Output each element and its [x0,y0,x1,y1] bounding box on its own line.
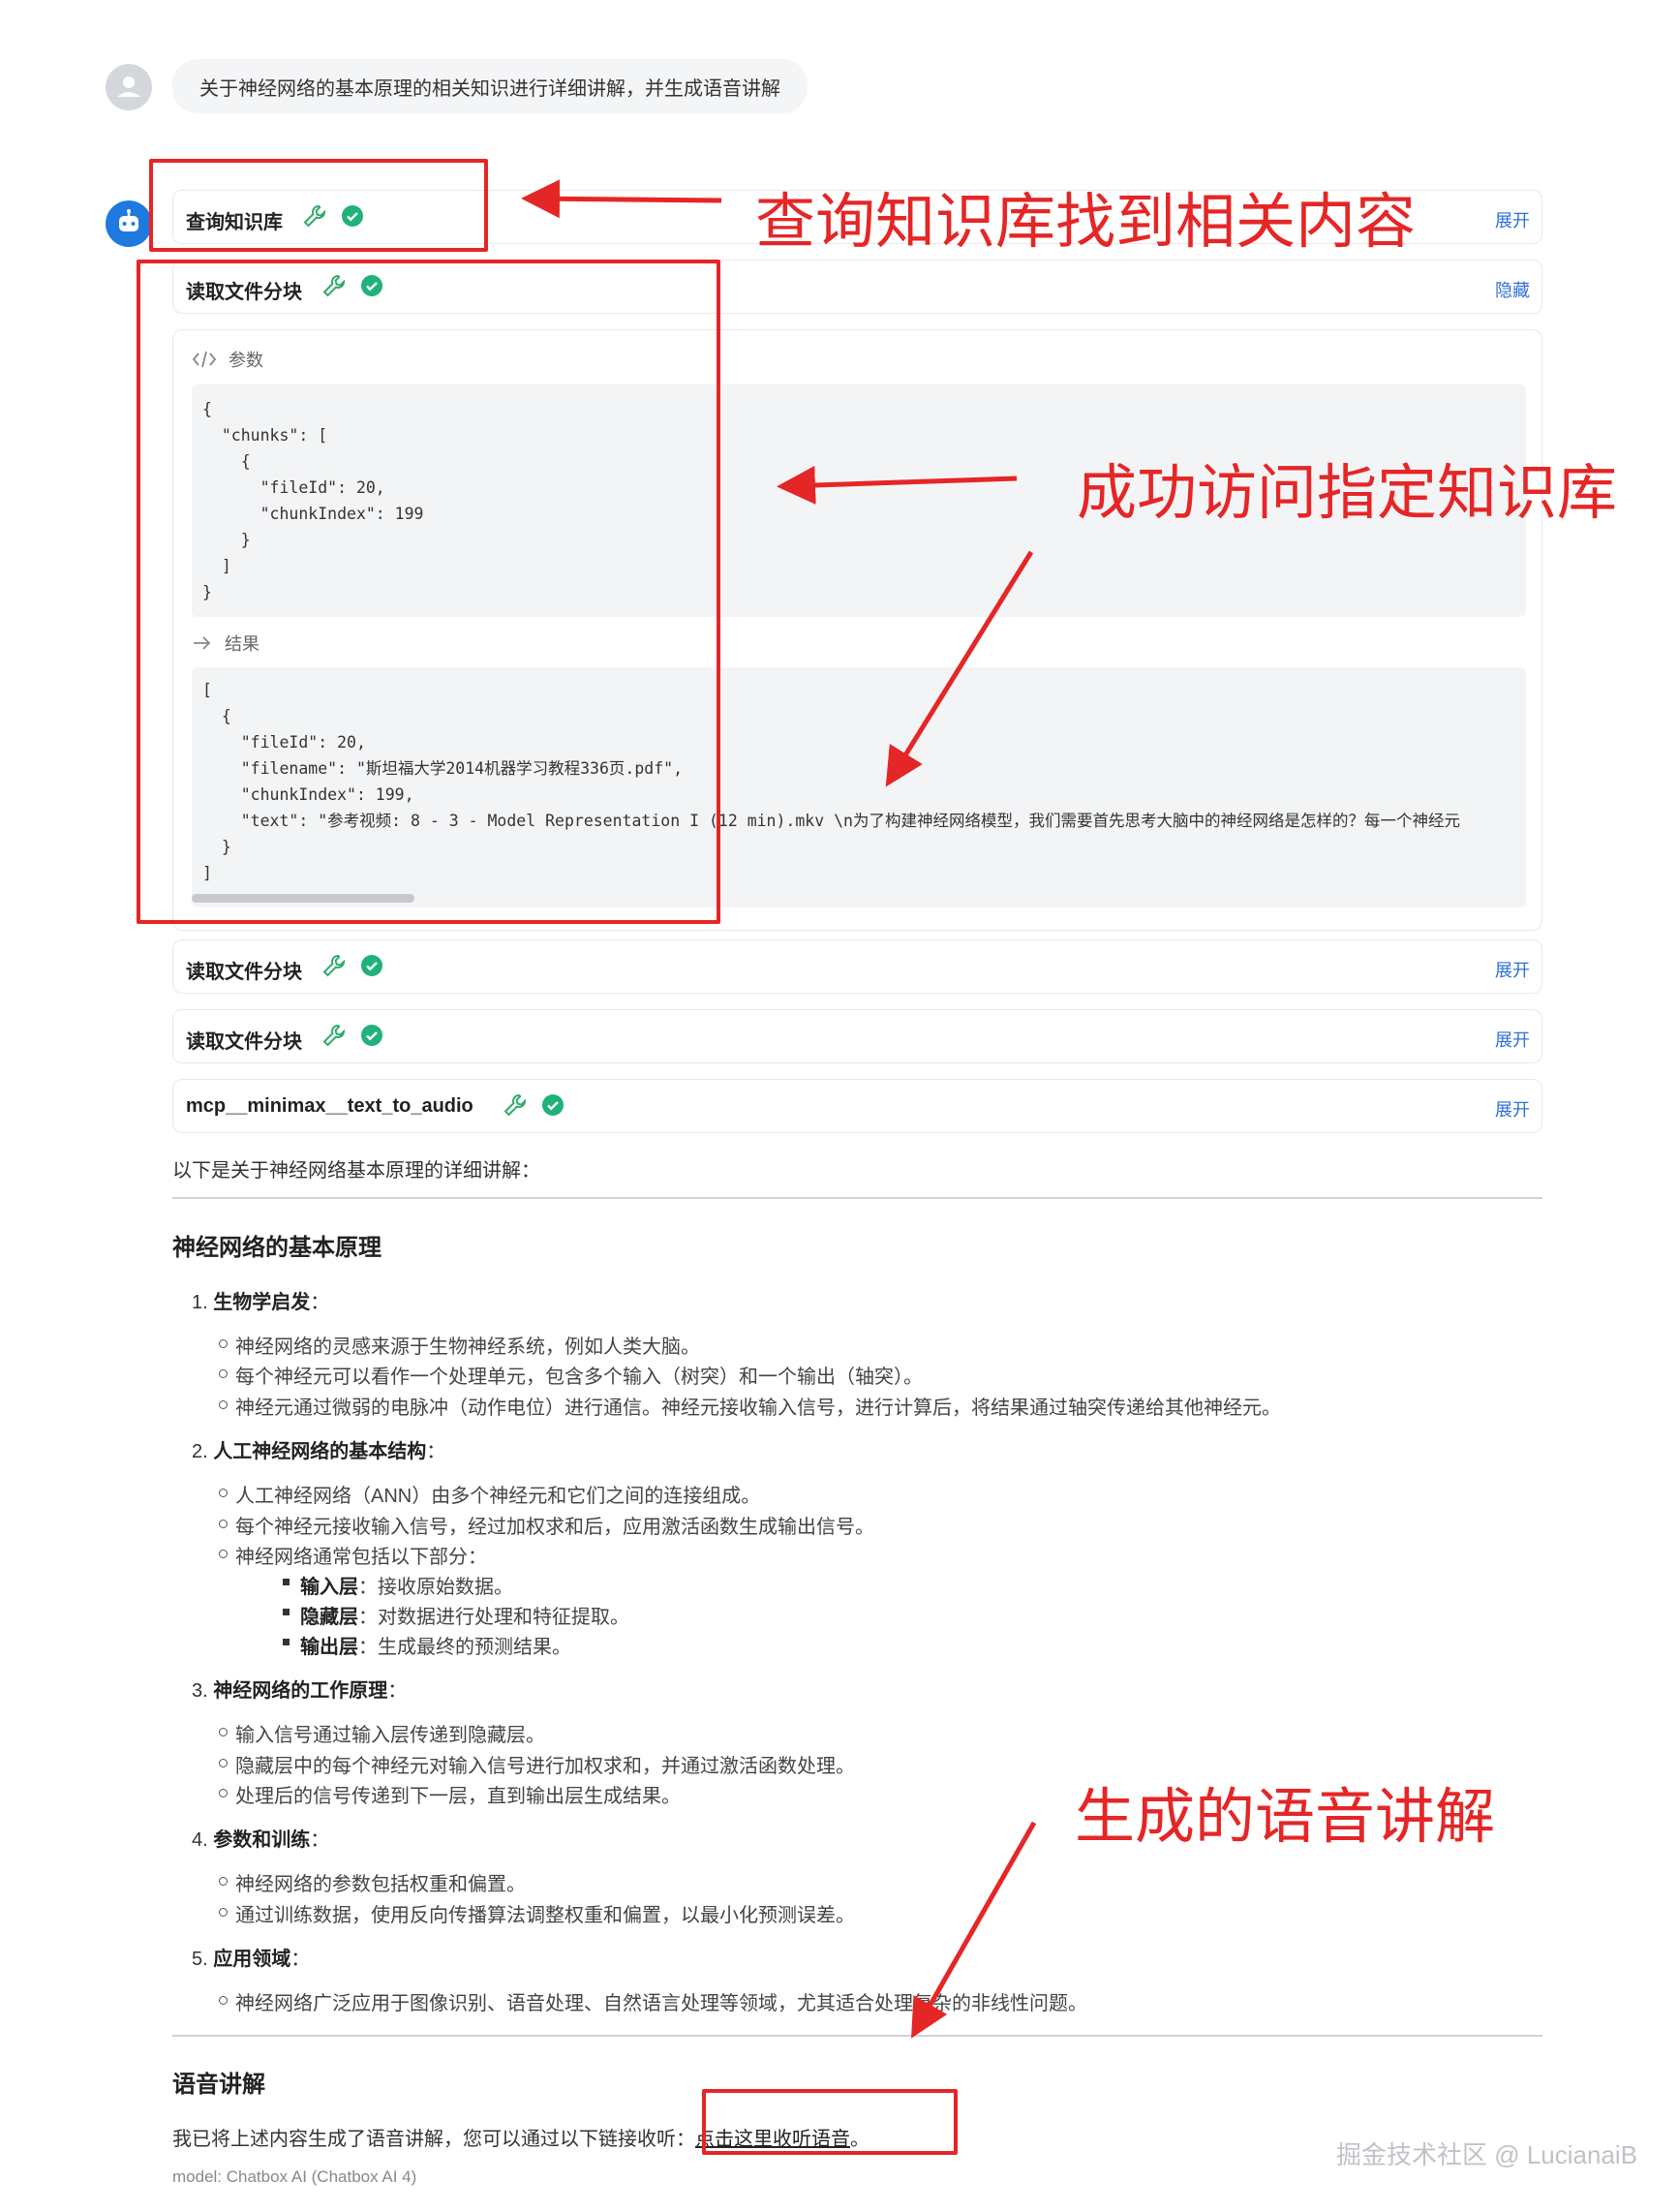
arrow-2 [777,466,1018,505]
annotation-text: 查询知识库找到相关内容 [755,186,1417,257]
annotation-text: 成功访问指定知识库 [1077,457,1618,528]
annotation-arrows [521,179,1037,2039]
annotation-text: 生成的语音讲解 [1075,1781,1496,1852]
arrow-4 [911,1821,1037,2039]
watermark: 掘金技术社区 @ LucianaiB [1336,2140,1638,2169]
arrow-3 [885,550,1034,787]
arrow-1 [521,179,722,219]
